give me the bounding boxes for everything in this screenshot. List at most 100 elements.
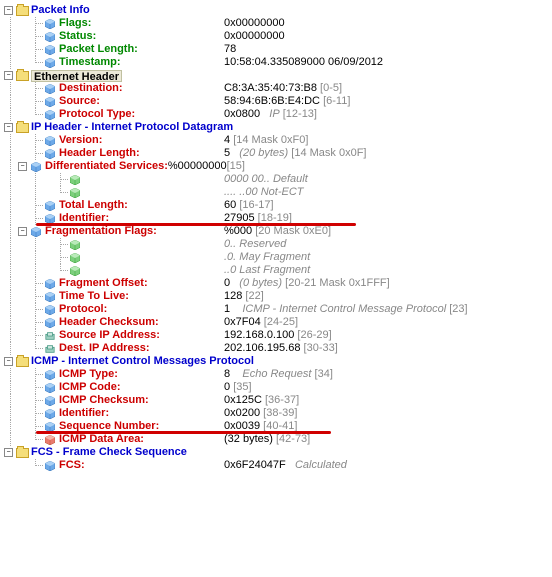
field-flags[interactable]: Flags: 0x00000000 — [4, 17, 548, 30]
section-title: FCS - Frame Check Sequence — [31, 446, 187, 459]
field-icmp-ident[interactable]: Identifier: 0x0200 [38-39] — [4, 407, 548, 420]
field-label: Dest. IP Address: — [59, 342, 149, 355]
field-label: ICMP Data Area: — [59, 433, 144, 446]
toggle-icon[interactable]: − — [4, 123, 13, 132]
field-extra: Calculated — [295, 459, 347, 471]
field-ip-dstip[interactable]: Dest. IP Address: 202.106.195.68 [30-33] — [4, 342, 548, 355]
field-icmp-data[interactable]: ICMP Data Area: (32 bytes) [42-73] — [4, 433, 548, 446]
cube-icon — [43, 369, 57, 381]
field-extra: IP — [269, 108, 279, 120]
field-fcs[interactable]: FCS: 0x6F24047F Calculated — [4, 459, 548, 472]
field-icmp-type[interactable]: ICMP Type: 8 Echo Request [34] — [4, 368, 548, 381]
field-range: [20-21 Mask 0x1FFF] — [285, 277, 390, 289]
field-status[interactable]: Status: 0x00000000 — [4, 30, 548, 43]
field-value: 0x0200 — [224, 407, 260, 419]
toggle-icon[interactable]: − — [4, 448, 13, 457]
field-packet-length[interactable]: Packet Length: 78 — [4, 43, 548, 56]
field-range: [36-37] — [265, 394, 299, 406]
field-desc: Last Fragment — [239, 264, 310, 276]
field-label: Time To Live: — [59, 290, 129, 303]
field-range: [14 Mask 0xF0] — [233, 134, 308, 146]
toggle-icon[interactable]: − — [4, 71, 13, 80]
field-bits: 0000 00.. — [224, 173, 270, 185]
field-label: Header Length: — [59, 147, 140, 160]
field-eth-src[interactable]: Source: 58:94:6B:6B:E4:DC [6-11] — [4, 95, 548, 108]
cube-icon — [43, 109, 57, 121]
cube-icon — [43, 382, 57, 394]
field-label: Timestamp: — [59, 56, 121, 69]
cube-icon — [43, 135, 57, 147]
cube-icon — [43, 18, 57, 30]
toggle-icon[interactable]: − — [18, 162, 27, 171]
field-extra: Echo Request — [242, 368, 311, 380]
field-value: 0x00000000 — [224, 17, 285, 30]
cube-icon — [43, 44, 57, 56]
field-bits: 0.. — [224, 238, 236, 250]
cube-icon — [43, 278, 57, 290]
section-packet-info[interactable]: − Packet Info — [4, 4, 548, 17]
section-icmp[interactable]: − ICMP - Internet Control Messages Proto… — [4, 355, 548, 368]
section-fcs[interactable]: − FCS - Frame Check Sequence — [4, 446, 548, 459]
field-range: [24-25] — [264, 316, 298, 328]
field-desc: Default — [273, 173, 308, 185]
field-ip-ident[interactable]: Identifier: 27905 [18-19] — [4, 212, 548, 225]
field-value: 0x0800 — [224, 108, 260, 120]
cube-icon — [68, 239, 82, 251]
field-ip-ff3[interactable]: ..0 Last Fragment — [4, 264, 548, 277]
field-ip-version[interactable]: Version: 4 [14 Mask 0xF0] — [4, 134, 548, 147]
field-icmp-chk[interactable]: ICMP Checksum: 0x125C [36-37] — [4, 394, 548, 407]
field-desc: May Fragment — [239, 251, 310, 263]
field-value: 8 — [224, 368, 230, 380]
field-value: 78 — [224, 43, 236, 56]
field-range: [14 Mask 0x0F] — [291, 147, 366, 159]
field-value: 0x6F24047F — [224, 459, 286, 471]
cube-icon — [43, 317, 57, 329]
field-ip-ff2[interactable]: .0. May Fragment — [4, 251, 548, 264]
field-ip-ttl[interactable]: Time To Live: 128 [22] — [4, 290, 548, 303]
field-ip-proto[interactable]: Protocol: 1 ICMP - Internet Control Mess… — [4, 303, 548, 316]
field-ip-dserv[interactable]: − Differentiated Services:%00000000 [15] — [4, 160, 548, 173]
section-ip[interactable]: − IP Header - Internet Protocol Datagram — [4, 121, 548, 134]
field-value: 128 — [224, 290, 242, 302]
field-value: 10:58:04.335089000 06/09/2012 — [224, 56, 383, 69]
field-label: Identifier: — [59, 407, 109, 420]
field-ip-fflags[interactable]: − Fragmentation Flags: %000 [20 Mask 0xE… — [4, 225, 548, 238]
field-label: Fragment Offset: — [59, 277, 148, 290]
cube-icon — [43, 408, 57, 420]
field-value: (32 bytes) — [224, 433, 273, 445]
field-value: 202.106.195.68 — [224, 342, 300, 354]
field-range: [22] — [245, 290, 263, 302]
field-ip-ds1[interactable]: 0000 00.. Default — [4, 173, 548, 186]
field-ip-tlen[interactable]: Total Length: 60 [16-17] — [4, 199, 548, 212]
toggle-icon[interactable]: − — [4, 6, 13, 15]
field-range: [12-13] — [283, 108, 317, 120]
field-ip-hchk[interactable]: Header Checksum: 0x7F04 [24-25] — [4, 316, 548, 329]
field-value: 0 — [224, 277, 230, 289]
field-label: Header Checksum: — [59, 316, 159, 329]
field-ip-ds2[interactable]: .... ..00 Not-ECT — [4, 186, 548, 199]
field-icmp-seq[interactable]: Sequence Number: 0x0039 [40-41] — [4, 420, 548, 433]
field-bits: ..0 — [224, 264, 236, 276]
section-title: IP Header - Internet Protocol Datagram — [31, 121, 233, 134]
field-extra: ICMP - Internet Control Message Protocol — [242, 303, 446, 315]
field-value: %000 — [224, 225, 252, 237]
toggle-icon[interactable]: − — [4, 357, 13, 366]
field-range: [15] — [227, 160, 245, 173]
field-ip-srcip[interactable]: Source IP Address: 192.168.0.100 [26-29] — [4, 329, 548, 342]
field-value: 0x125C — [224, 394, 262, 406]
field-ip-ff1[interactable]: 0.. Reserved — [4, 238, 548, 251]
field-icmp-code[interactable]: ICMP Code: 0 [35] — [4, 381, 548, 394]
folder-icon — [15, 356, 29, 368]
field-eth-ptype[interactable]: Protocol Type: 0x0800 IP [12-13] — [4, 108, 548, 121]
field-timestamp[interactable]: Timestamp: 10:58:04.335089000 06/09/2012 — [4, 56, 548, 69]
field-label: Protocol Type: — [59, 108, 135, 121]
field-ip-foff[interactable]: Fragment Offset: 0 (0 bytes) [20-21 Mask… — [4, 277, 548, 290]
field-ip-hlen[interactable]: Header Length: 5 (20 bytes) [14 Mask 0x0… — [4, 147, 548, 160]
field-label: Version: — [59, 134, 102, 147]
field-eth-dest[interactable]: Destination: C8:3A:35:40:73:B8 [0-5] — [4, 82, 548, 95]
cube-icon — [68, 174, 82, 186]
toggle-icon[interactable]: − — [18, 227, 27, 236]
field-value: 0x00000000 — [224, 30, 285, 43]
field-bits: .0. — [224, 251, 236, 263]
section-ethernet[interactable]: − Ethernet Header — [4, 69, 548, 82]
